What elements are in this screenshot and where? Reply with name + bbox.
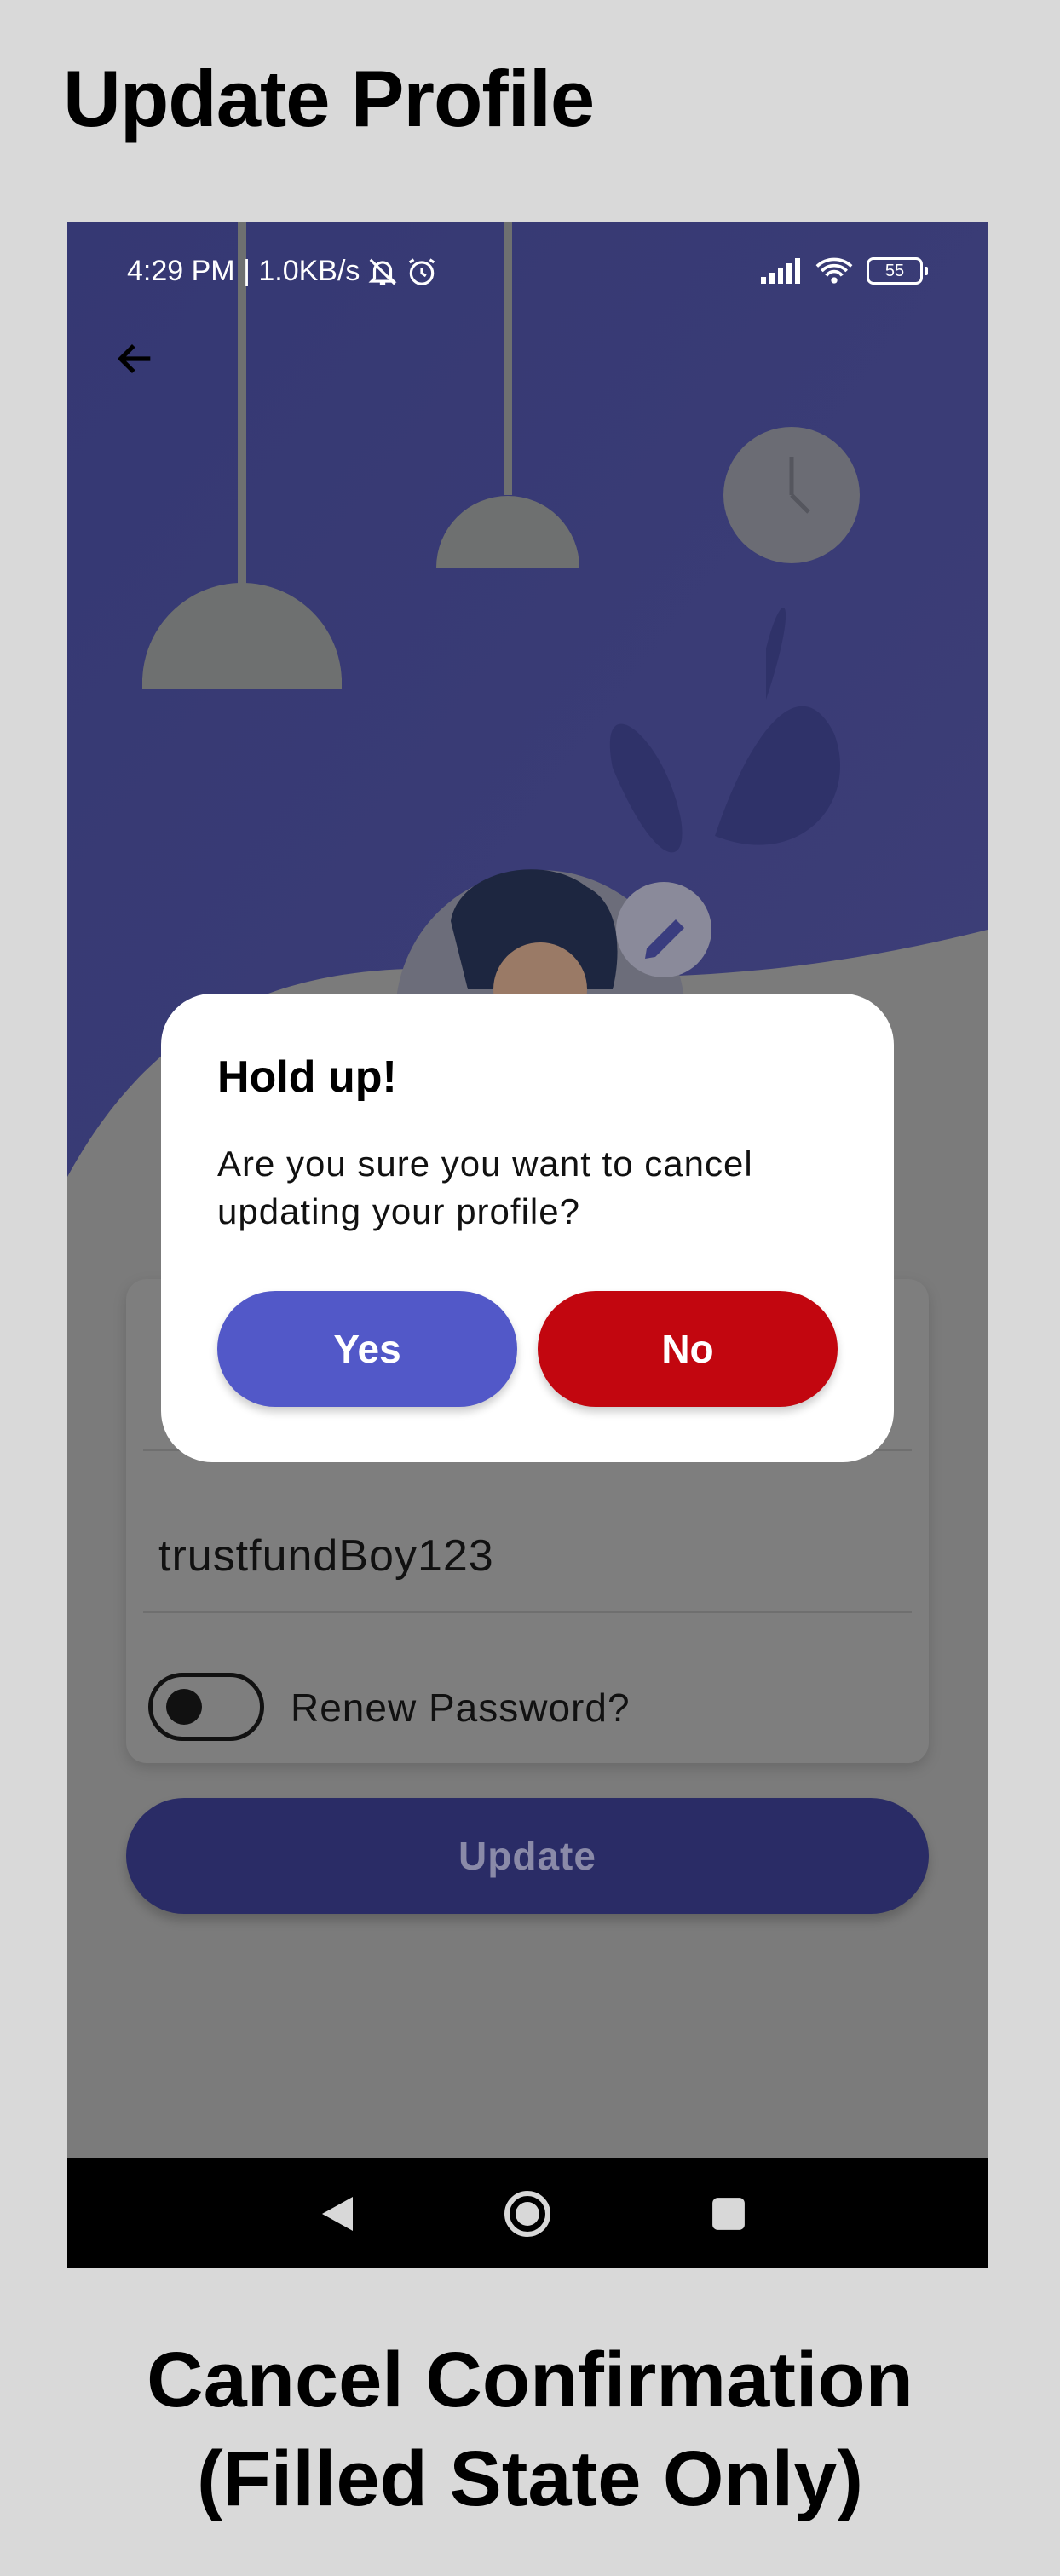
status-time: 4:29 PM | 1.0KB/s (127, 255, 360, 287)
no-button[interactable]: No (538, 1291, 838, 1407)
caption: Cancel Confirmation (Filled State Only) (0, 2331, 1060, 2528)
nav-home-icon (504, 2191, 550, 2237)
toggle-knob (166, 1689, 202, 1725)
username-field[interactable]: trustfundBoy123 (158, 1530, 494, 1582)
nav-back-icon (322, 2197, 353, 2231)
nav-recents-icon (712, 2198, 745, 2230)
nav-recents-button[interactable] (694, 2180, 763, 2248)
divider (143, 1611, 912, 1613)
dialog-title: Hold up! (217, 1052, 397, 1102)
arrow-left-icon (117, 343, 151, 374)
caption-line-1: Cancel Confirmation (147, 2337, 913, 2423)
battery-icon: 55 (867, 257, 928, 285)
cancel-confirmation-dialog: Hold up! Are you sure you want to cancel… (161, 994, 894, 1462)
caption-line-2: (Filled State Only) (196, 2435, 864, 2522)
signal-icon (761, 258, 800, 284)
back-button[interactable] (101, 325, 170, 393)
renew-password-toggle[interactable] (148, 1673, 264, 1741)
dialog-message: Are you sure you want to cancel updating… (217, 1144, 753, 1231)
renew-password-label: Renew Password? (291, 1686, 631, 1730)
status-bar: 4:29 PM | 1.0KB/s 55 (67, 222, 988, 325)
system-nav-bar (67, 2158, 988, 2268)
nav-home-button[interactable] (493, 2180, 562, 2248)
nav-back-button[interactable] (303, 2180, 372, 2248)
wifi-icon (815, 257, 853, 284)
phone-screen: 4:29 PM | 1.0KB/s 55 trustfundBoy123 Ren… (67, 222, 988, 2268)
mute-bell-icon (368, 258, 397, 285)
update-button[interactable]: Update (126, 1798, 929, 1914)
page-heading: Update Profile (63, 54, 595, 143)
yes-button[interactable]: Yes (217, 1291, 517, 1407)
alarm-icon (409, 257, 435, 285)
